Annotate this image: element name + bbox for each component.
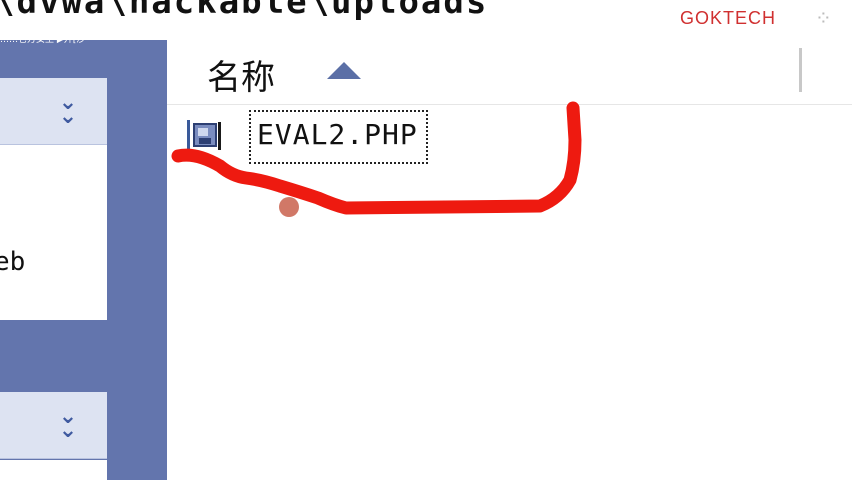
sparkle-icon: ⁘ xyxy=(815,6,832,30)
task-section-body: eb xyxy=(0,145,107,320)
file-name-label[interactable]: EVAL2.PHP xyxy=(249,110,428,164)
task-pane-caption: ……它方女王 ▶开[沙 xyxy=(0,40,86,45)
address-bar[interactable]: \dvwa\hackable\uploads GOKTECH ⁘ xyxy=(0,0,852,40)
task-section-header[interactable]: ⌄ ⌄ xyxy=(0,78,107,145)
task-section-body-2 xyxy=(0,460,107,480)
sort-ascending-triangle-icon xyxy=(327,62,361,79)
address-path[interactable]: \dvwa\hackable\uploads xyxy=(0,0,488,22)
double-chevron-down-icon[interactable]: ⌄ ⌄ xyxy=(57,92,79,128)
file-row[interactable]: EVAL2.PHP xyxy=(185,110,465,166)
column-header[interactable]: 名称 xyxy=(167,40,852,105)
php-file-icon[interactable] xyxy=(185,118,223,152)
task-section-header-2[interactable]: ⌄ ⌄ xyxy=(0,392,107,459)
column-separator[interactable] xyxy=(799,48,802,92)
column-name-label[interactable]: 名称 xyxy=(207,50,275,99)
task-pane: ……它方女王 ▶开[沙 ⌄ ⌄ eb ⌄ ⌄ xyxy=(0,40,167,480)
file-list: 名称 EVAL2.PHP xyxy=(167,40,852,480)
watermark-logo: GOKTECH xyxy=(680,8,777,28)
double-chevron-down-icon[interactable]: ⌄ ⌄ xyxy=(57,406,79,442)
task-section-text: eb xyxy=(0,247,26,277)
